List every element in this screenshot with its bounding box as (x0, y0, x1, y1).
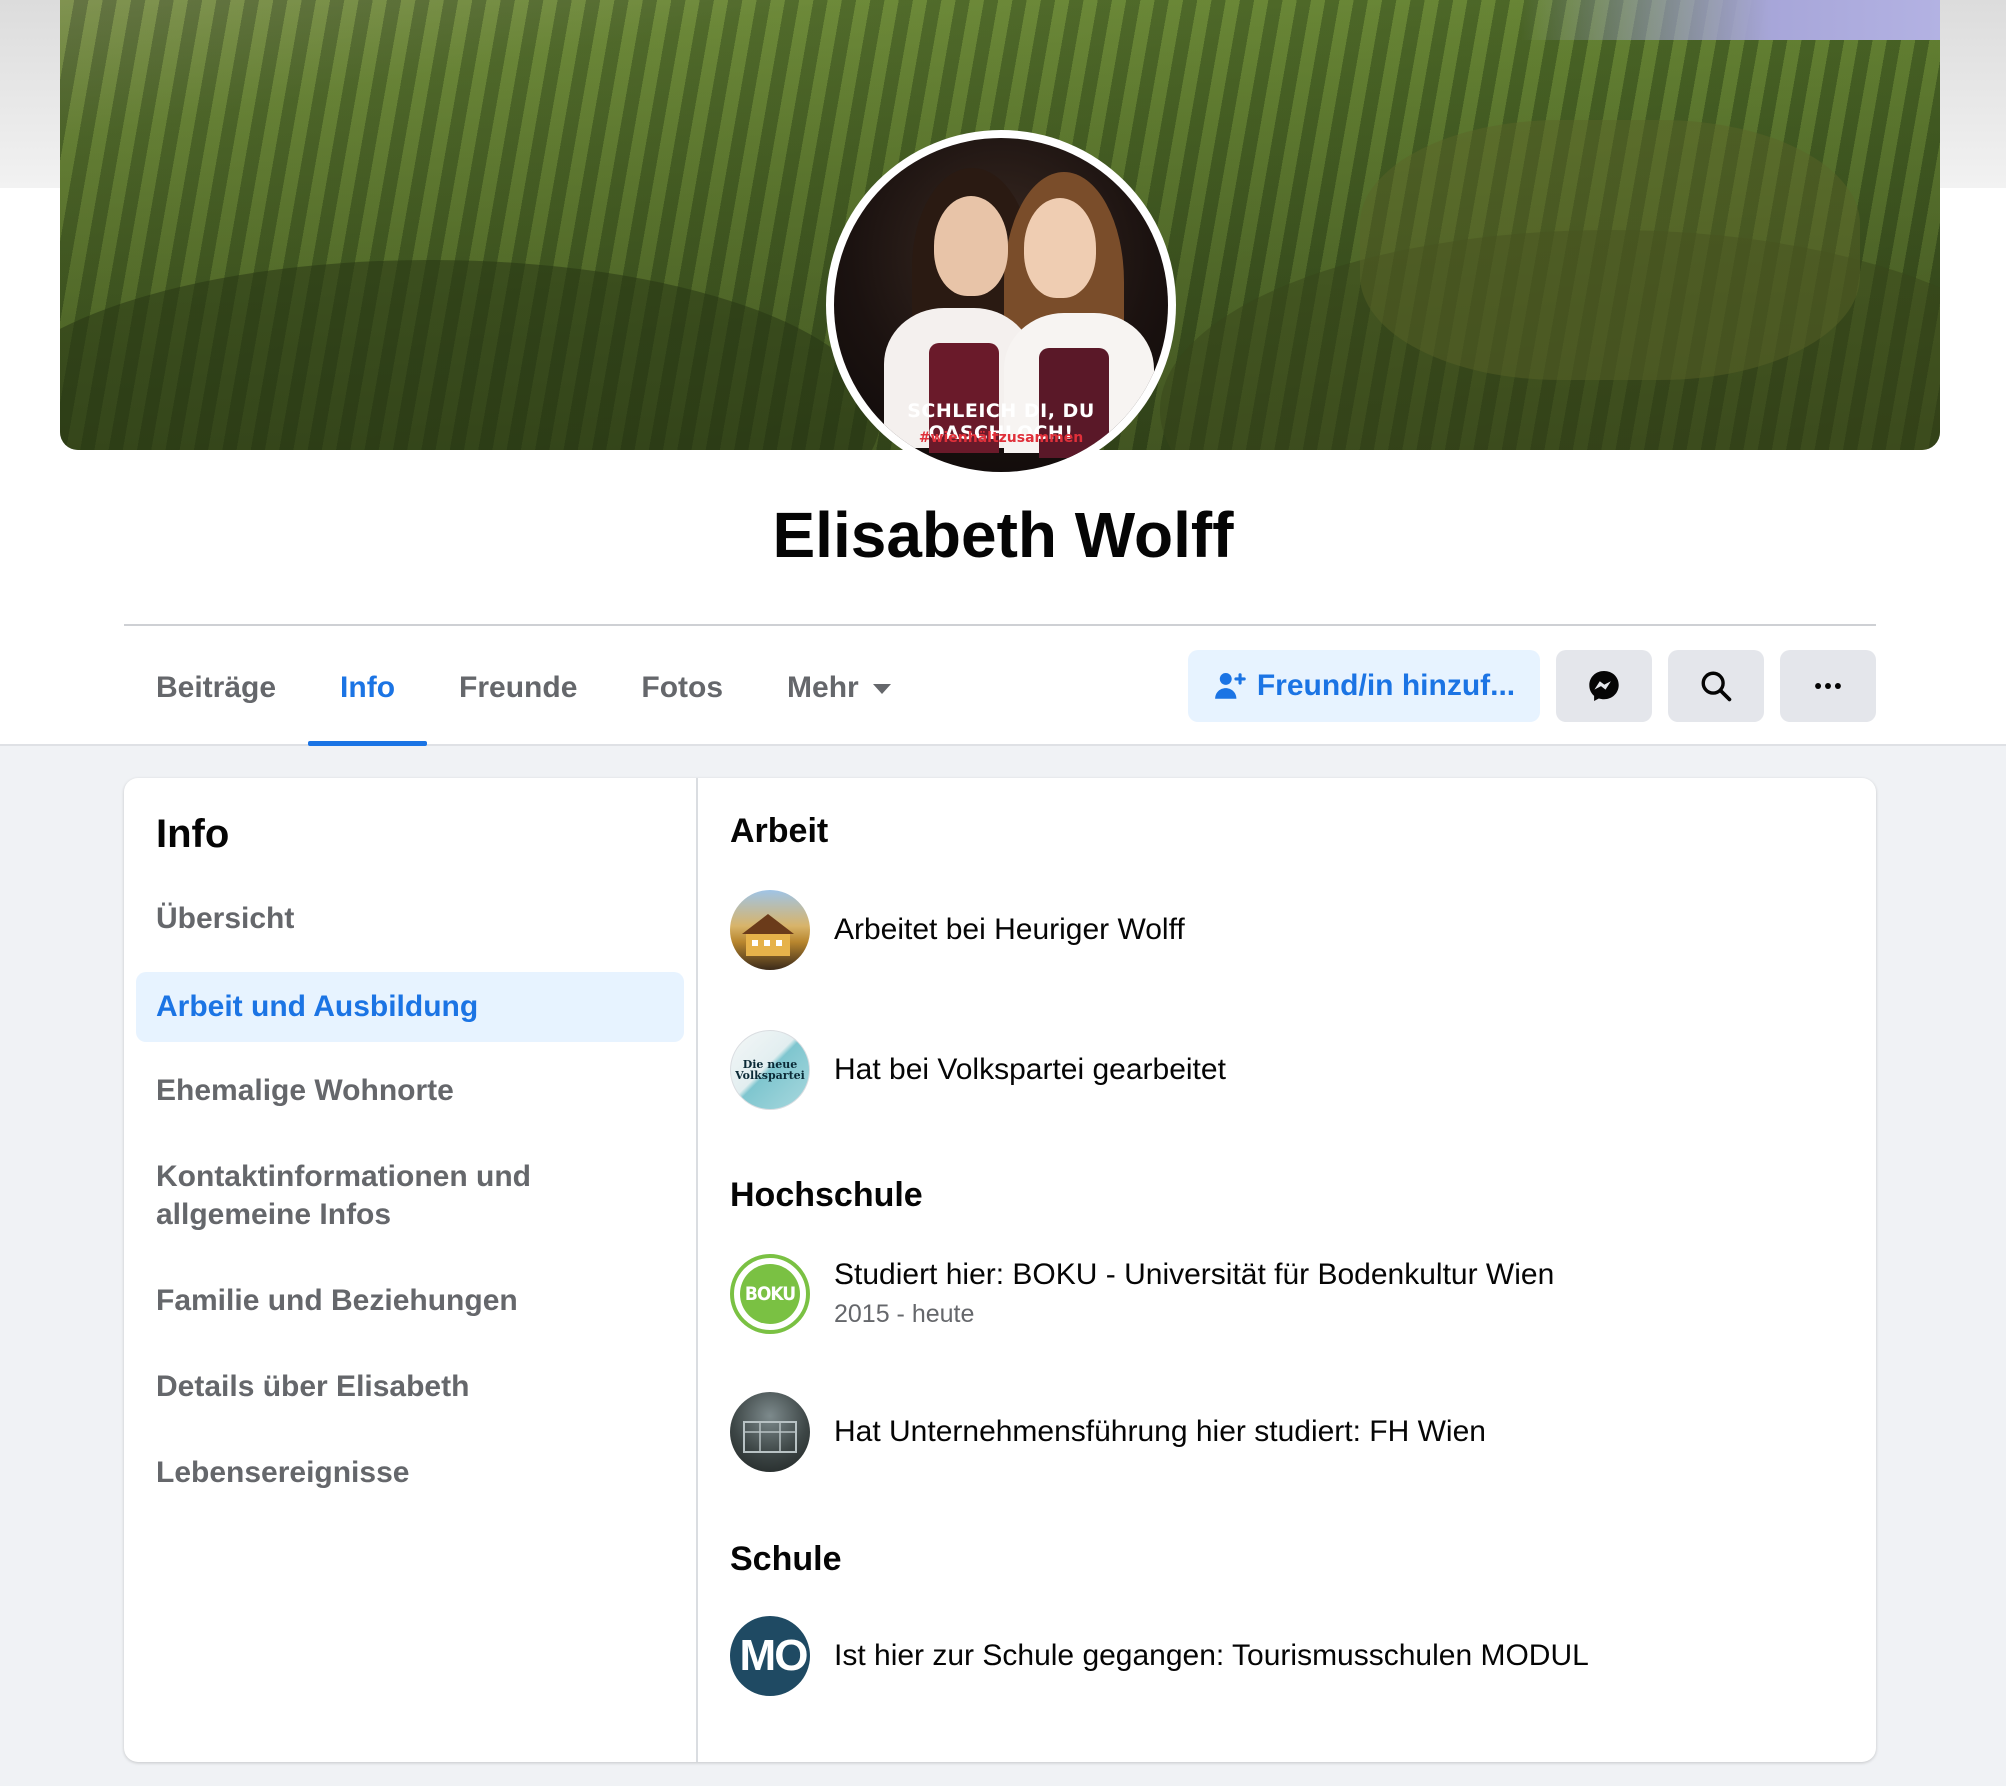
more-options-button[interactable] (1780, 650, 1876, 722)
cover-sky (1520, 0, 1940, 40)
tab-fotos[interactable]: Fotos (609, 650, 755, 746)
section-title-arbeit: Arbeit (730, 812, 829, 850)
tab-mehr[interactable]: Mehr (755, 650, 923, 746)
tab-beitraege[interactable]: Beiträge (124, 650, 308, 746)
sidebar-title: Info (156, 812, 230, 856)
college-entry-text: Studiert hier: BOKU - Universität für Bo… (834, 1258, 1555, 1291)
logo-text: Volkspartei (735, 1068, 805, 1082)
house-icon (742, 914, 794, 956)
add-friend-label: Freund/in hinzuf... (1256, 669, 1516, 702)
logo-text: BOKU (740, 1264, 800, 1324)
search-icon (1701, 671, 1732, 702)
sidebar-item-ehemalige-wohnorte[interactable]: Ehemalige Wohnorte (136, 1072, 684, 1110)
sidebar-item-lebensereignisse[interactable]: Lebensereignisse (136, 1454, 684, 1492)
volkspartei-logo[interactable]: Die neue Volkspartei (730, 1030, 810, 1110)
boku-logo[interactable]: BOKU (730, 1254, 810, 1334)
avatar-hashtag: #wienhältzusammen (918, 430, 1084, 446)
school-entry-text: Ist hier zur Schule gegangen: Tourismuss… (834, 1639, 1589, 1672)
work-entry: Die neue Volkspartei Hat bei Volkspartei… (730, 1030, 1226, 1110)
tab-info[interactable]: Info (308, 650, 428, 746)
profile-header: SCHLEICH DI, DU OASCHLOCH! #wienhältzusa… (0, 0, 2006, 746)
sidebar-item-label: allgemeine Infos (156, 1198, 392, 1231)
sidebar-item-arbeit-ausbildung[interactable]: Arbeit und Ausbildung (136, 972, 684, 1042)
tab-freunde[interactable]: Freunde (427, 650, 609, 746)
more-icon (1815, 683, 1841, 689)
sidebar-item-label: Kontaktinformationen und (156, 1160, 531, 1193)
card-divider (696, 778, 698, 1762)
profile-avatar[interactable]: SCHLEICH DI, DU OASCHLOCH! #wienhältzusa… (826, 130, 1176, 480)
work-entry: Arbeitet bei Heuriger Wolff (730, 890, 1185, 970)
college-entry-years: 2015 - heute (834, 1300, 975, 1328)
cover-hill (60, 260, 880, 450)
college-entry: BOKU Studiert hier: BOKU - Universität f… (730, 1254, 1554, 1334)
college-entry: Hat Unternehmensführung hier studiert: F… (730, 1392, 1486, 1472)
work-entry-text: Arbeitet bei Heuriger Wolff (834, 913, 1185, 946)
cover-trees (1360, 120, 1860, 380)
messenger-button[interactable] (1556, 650, 1652, 722)
section-title-schule: Schule (730, 1540, 842, 1578)
work-entry-text: Hat bei Volkspartei gearbeitet (834, 1053, 1226, 1086)
college-entry-text: Hat Unternehmensführung hier studiert: F… (834, 1415, 1486, 1448)
tab-mehr-label: Mehr (787, 671, 859, 704)
building-icon (743, 1421, 797, 1453)
sidebar-item-details[interactable]: Details über Elisabeth (136, 1368, 684, 1406)
logo-text: Die neue (742, 1057, 798, 1071)
school-entry: MO Ist hier zur Schule gegangen: Tourism… (730, 1616, 1589, 1696)
search-button[interactable] (1668, 650, 1764, 722)
about-card: Info Übersicht Arbeit und Ausbildung Ehe… (124, 778, 1876, 1762)
sidebar-item-familie[interactable]: Familie und Beziehungen (136, 1282, 684, 1320)
modul-logo[interactable]: MO (730, 1616, 810, 1696)
add-friend-icon (1214, 672, 1246, 699)
fh-wien-logo[interactable] (730, 1392, 810, 1472)
sidebar-item-kontaktinformationen[interactable]: Kontaktinformationen und allgemeine Info… (136, 1158, 684, 1234)
profile-actions: Freund/in hinzuf... (1188, 650, 1876, 722)
profile-name: Elisabeth Wolff (772, 499, 1234, 571)
profile-tabs: Beiträge Info Freunde Fotos Mehr (124, 650, 923, 746)
logo-text: MO (739, 1631, 809, 1680)
add-friend-button[interactable]: Freund/in hinzuf... (1188, 650, 1540, 722)
caret-down-icon (872, 684, 891, 695)
heuriger-logo[interactable] (730, 890, 810, 970)
section-title-hochschule: Hochschule (730, 1176, 923, 1214)
messenger-icon (1589, 671, 1619, 701)
sidebar-item-uebersicht[interactable]: Übersicht (136, 900, 684, 938)
header-divider (124, 624, 1876, 626)
avatar-photo: SCHLEICH DI, DU OASCHLOCH! #wienhältzusa… (834, 138, 1168, 472)
